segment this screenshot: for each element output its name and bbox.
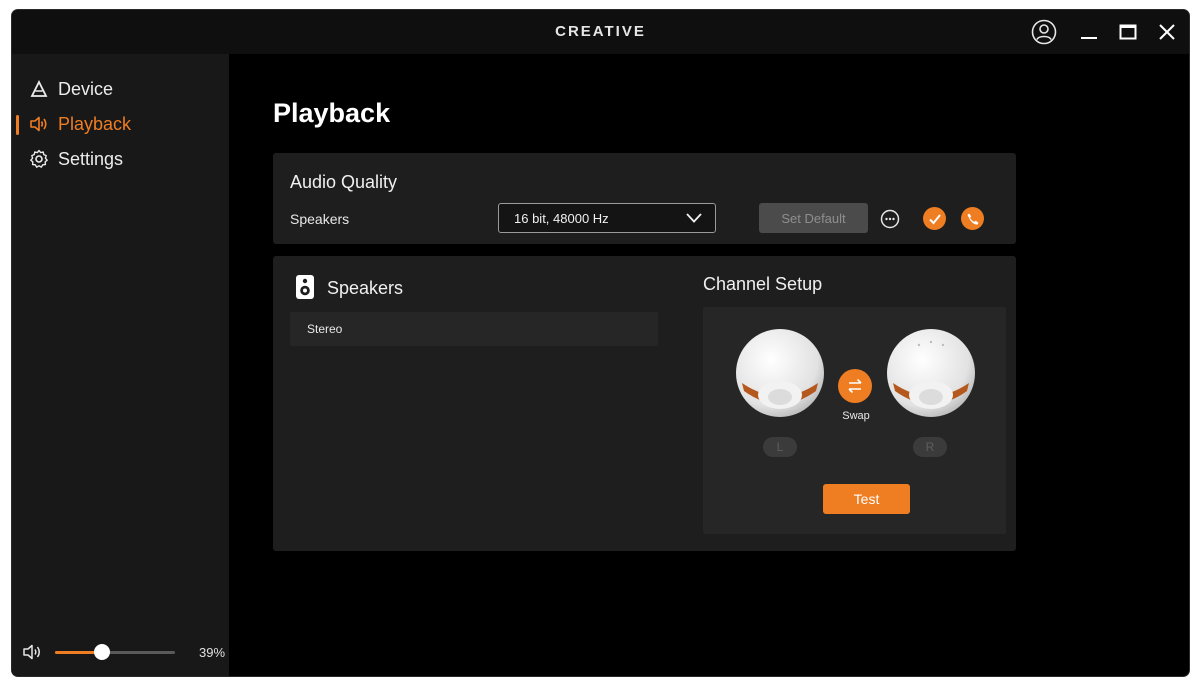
right-channel-badge: R bbox=[913, 437, 947, 457]
titlebar: CREATIVE bbox=[12, 10, 1189, 54]
volume-icon[interactable] bbox=[22, 642, 44, 667]
phone-icon bbox=[967, 213, 978, 225]
right-speaker-image bbox=[887, 329, 975, 417]
speaker-config-label: Stereo bbox=[307, 322, 343, 336]
close-icon bbox=[1159, 24, 1175, 40]
volume-percent: 39% bbox=[199, 645, 226, 660]
brand-logo: CREATIVE bbox=[555, 23, 646, 40]
test-button[interactable]: Test bbox=[823, 484, 910, 514]
audio-quality-card: Audio Quality Speakers 16 bit, 48000 Hz … bbox=[273, 153, 1016, 244]
audio-device-label: Speakers bbox=[290, 211, 350, 227]
default-communication-button[interactable] bbox=[961, 207, 984, 230]
channel-setup-title: Channel Setup bbox=[703, 274, 823, 294]
sidebar-item-settings[interactable]: Settings bbox=[28, 146, 218, 172]
audio-format-value: 16 bit, 48000 Hz bbox=[514, 211, 609, 226]
volume-slider-handle[interactable] bbox=[93, 644, 110, 660]
sidebar-item-label: Playback bbox=[58, 113, 132, 134]
sidebar-item-label: Device bbox=[58, 78, 114, 99]
maximize-button[interactable] bbox=[1113, 18, 1143, 46]
page-title: Playback bbox=[273, 98, 391, 128]
left-speaker-image bbox=[736, 329, 824, 417]
channel-setup-panel: L Swap R Test bbox=[703, 307, 1006, 534]
speakers-card: Speakers Stereo Channel Setup L Swap R T… bbox=[273, 256, 1016, 551]
volume-slider[interactable] bbox=[55, 644, 175, 660]
minimize-button[interactable] bbox=[1074, 18, 1104, 46]
audio-quality-title: Audio Quality bbox=[290, 172, 398, 192]
sidebar-item-label: Settings bbox=[58, 148, 124, 169]
speakers-title: Speakers bbox=[327, 278, 404, 298]
speaker-icon bbox=[296, 275, 314, 299]
gear-icon bbox=[28, 148, 50, 170]
minimize-icon bbox=[1081, 37, 1097, 39]
swap-button[interactable] bbox=[838, 369, 872, 403]
audio-format-select[interactable]: 16 bit, 48000 Hz bbox=[498, 203, 716, 233]
maximize-icon bbox=[1119, 24, 1137, 40]
speaker-sound-icon bbox=[28, 113, 50, 135]
list-item[interactable]: Stereo bbox=[290, 312, 658, 346]
swap-arrows-icon bbox=[848, 378, 862, 394]
device-icon bbox=[28, 78, 50, 100]
sidebar: Device Playback Settings 39% bbox=[12, 54, 229, 676]
chevron-down-icon bbox=[685, 211, 703, 228]
more-options-button[interactable] bbox=[878, 207, 901, 230]
user-circle-icon bbox=[1031, 19, 1057, 45]
sidebar-item-playback[interactable]: Playback bbox=[28, 111, 218, 137]
volume-control: 39% bbox=[22, 642, 226, 662]
more-options-icon bbox=[880, 209, 899, 228]
left-channel-badge: L bbox=[763, 437, 797, 457]
active-indicator bbox=[16, 115, 19, 135]
check-circle-icon bbox=[928, 213, 941, 224]
swap-label: Swap bbox=[842, 410, 870, 422]
sidebar-item-device[interactable]: Device bbox=[28, 76, 218, 102]
app-window: CREATIVE Device Playback Settings 39% Pl… bbox=[12, 10, 1189, 676]
account-button[interactable] bbox=[1029, 18, 1059, 46]
set-default-button[interactable]: Set Default bbox=[759, 203, 868, 233]
close-button[interactable] bbox=[1152, 18, 1182, 46]
default-device-button[interactable] bbox=[923, 207, 946, 230]
